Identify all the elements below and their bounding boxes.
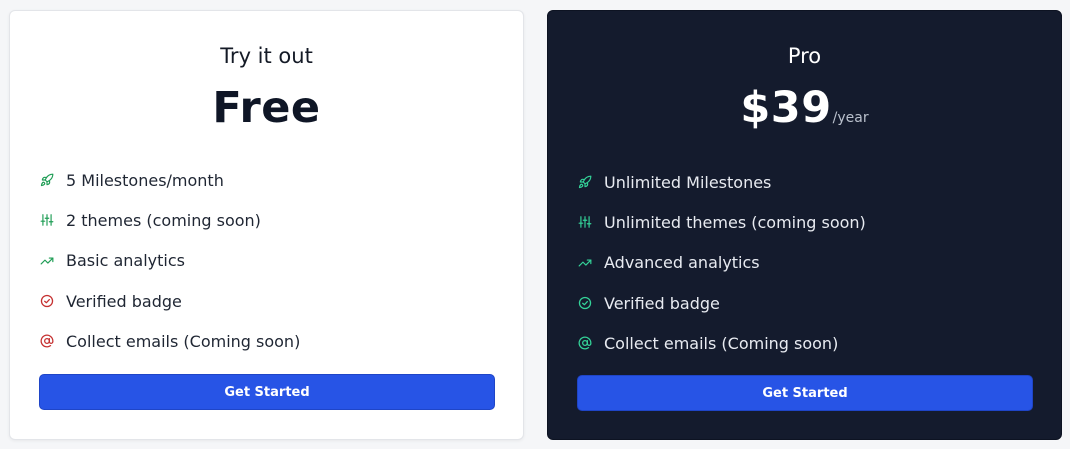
feature-text: Unlimited Milestones [604,172,772,192]
free-price-row: Free [10,83,523,133]
rocket-icon [40,173,54,187]
pro-feature-list: Unlimited Milestones Unlimited themes (c… [578,162,866,363]
sliders-icon [578,215,592,229]
pro-plan-title: Pro [787,44,822,68]
feature-item: Verified badge [578,283,866,323]
feature-text: Verified badge [604,293,720,313]
feature-item: Collect emails (Coming soon) [40,321,300,361]
feature-item: Verified badge [40,281,300,321]
pro-price-row: $39/year [548,83,1061,133]
feature-text: 2 themes (coming soon) [66,210,261,230]
free-get-started-button[interactable]: Get Started [39,374,495,410]
free-plan-title: Try it out [220,44,313,68]
trending-up-icon [40,254,54,268]
feature-item: Collect emails (Coming soon) [578,323,866,363]
feature-text: Unlimited themes (coming soon) [604,212,866,232]
feature-text: Collect emails (Coming soon) [66,331,301,351]
pricing-section: Try it out Free 5 Milestones/month 2 the… [0,0,1070,449]
check-circle-icon [40,294,54,308]
feature-text: Basic analytics [66,251,185,271]
sliders-icon [40,213,54,227]
feature-item: Basic analytics [40,241,300,281]
feature-text: Advanced analytics [604,253,760,273]
free-plan-price: Free [212,83,321,133]
free-plan-card: Try it out Free 5 Milestones/month 2 the… [9,10,524,440]
pro-price-period: /year [832,110,869,126]
feature-item: Unlimited Milestones [578,162,866,202]
pro-get-started-button[interactable]: Get Started [577,375,1033,411]
at-sign-icon [40,334,54,348]
feature-text: Verified badge [66,291,182,311]
at-sign-icon [578,336,592,350]
pro-plan-price: $39 [740,83,832,133]
free-feature-list: 5 Milestones/month 2 themes (coming soon… [40,160,300,361]
feature-item: 2 themes (coming soon) [40,200,300,240]
check-circle-icon [578,296,592,310]
feature-item: Advanced analytics [578,243,866,283]
feature-text: 5 Milestones/month [66,170,224,190]
pro-plan-card: Pro $39/year Unlimited Milestones Unlimi… [547,10,1062,440]
rocket-icon [578,175,592,189]
trending-up-icon [578,256,592,270]
feature-item: 5 Milestones/month [40,160,300,200]
feature-text: Collect emails (Coming soon) [604,333,839,353]
feature-item: Unlimited themes (coming soon) [578,202,866,242]
